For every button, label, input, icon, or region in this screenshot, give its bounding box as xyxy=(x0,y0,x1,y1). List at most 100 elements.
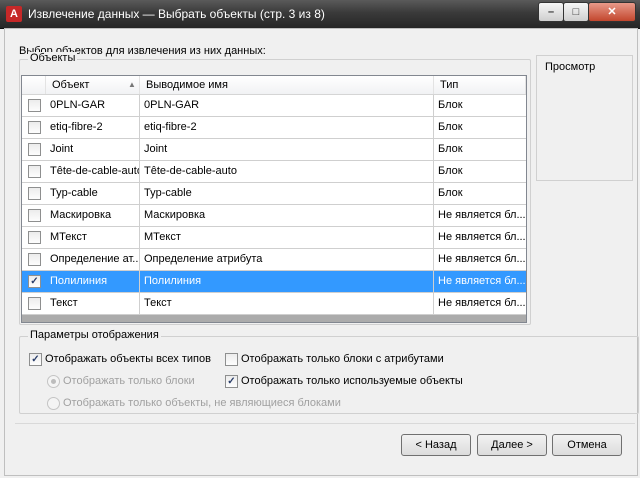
minimize-icon: – xyxy=(547,6,555,18)
only-blocks-radio-icon xyxy=(47,375,60,388)
column-header-type-label: Тип xyxy=(440,79,459,91)
preview-label: Просмотр xyxy=(545,61,596,73)
type-cell: Блок xyxy=(438,143,463,155)
row-checkbox-cell[interactable] xyxy=(22,293,46,314)
type-cell: Не является бл... xyxy=(438,275,526,287)
checkbox-icon[interactable] xyxy=(28,99,41,112)
checkbox-icon[interactable] xyxy=(28,209,41,222)
dialog-window: A Извлечение данных — Выбрать объекты (с… xyxy=(0,0,640,478)
show-all-types-check-icon: ✓ xyxy=(29,353,42,366)
display-name-cell[interactable]: Joint xyxy=(140,139,434,160)
row-checkbox-cell[interactable] xyxy=(22,139,46,160)
object-cell: Полилиния xyxy=(46,271,140,292)
column-header-display-name-label: Выводимое имя xyxy=(146,79,228,91)
row-checkbox-cell[interactable] xyxy=(22,205,46,226)
only-used-objects-check-icon: ✓ xyxy=(225,375,238,388)
table-row[interactable]: МТекст МТекст Не является бл... xyxy=(22,227,526,249)
display-options-title: Параметры отображения xyxy=(28,329,161,341)
object-cell: Tête-de-cable-auto xyxy=(46,161,140,182)
table-header: Объект ▲ Выводимое имя Тип xyxy=(22,76,526,95)
table-row[interactable]: Typ-cable Typ-cable Блок xyxy=(22,183,526,205)
table-row[interactable]: Определение ат... Определение атрибута Не … xyxy=(22,249,526,271)
checked-checkbox-icon[interactable]: ✓ xyxy=(28,275,41,288)
object-cell: Joint xyxy=(46,139,140,160)
table-row[interactable]: Текст Текст Не является бл... xyxy=(22,293,526,315)
only-non-blocks-label: Отображать только объекты, не являющиеся… xyxy=(63,397,341,409)
type-cell: Не является бл... xyxy=(438,297,526,309)
table-row[interactable]: 0PLN-GAR 0PLN-GAR Блок xyxy=(22,95,526,117)
table-body: 0PLN-GAR 0PLN-GAR Блок etiq-fibre-2 etiq-fib… xyxy=(22,95,526,315)
row-checkbox-cell[interactable] xyxy=(22,117,46,138)
maximize-icon: □ xyxy=(572,6,580,18)
object-cell: Текст xyxy=(46,293,140,314)
column-header-check[interactable] xyxy=(22,76,46,94)
row-checkbox-cell[interactable] xyxy=(22,95,46,116)
dialog-content: Выбор объектов для извлечения из них дан… xyxy=(4,28,639,476)
show-all-types-label: Отображать объекты всех типов xyxy=(45,353,211,365)
display-name-cell[interactable]: Текст xyxy=(140,293,434,314)
table-row[interactable]: ✓ Полилиния Полилиния Не является бл... xyxy=(22,271,526,293)
checkbox-icon[interactable] xyxy=(28,231,41,244)
display-name-cell[interactable]: Маскировка xyxy=(140,205,434,226)
display-name-cell[interactable]: Typ-cable xyxy=(140,183,434,204)
type-cell: Не является бл... xyxy=(438,209,526,221)
only-blocks-label: Отображать только блоки xyxy=(63,375,195,387)
display-name-cell[interactable]: МТекст xyxy=(140,227,434,248)
table-row[interactable]: etiq-fibre-2 etiq-fibre-2 Блок xyxy=(22,117,526,139)
close-button[interactable]: ✕ xyxy=(588,2,636,22)
checkbox-icon[interactable] xyxy=(28,253,41,266)
object-cell: Определение ат... xyxy=(46,249,140,270)
title-bar: A Извлечение данных — Выбрать объекты (с… xyxy=(0,0,640,29)
row-checkbox-cell[interactable] xyxy=(22,249,46,270)
row-checkbox-cell[interactable] xyxy=(22,183,46,204)
objects-table: Объект ▲ Выводимое имя Тип 0PLN-GAR 0PLN-… xyxy=(21,75,527,323)
objects-group-title: Объекты xyxy=(28,52,78,64)
type-cell: Блок xyxy=(438,99,463,111)
table-row[interactable]: Маскировка Маскировка Не является бл... xyxy=(22,205,526,227)
row-checkbox-cell[interactable] xyxy=(22,161,46,182)
type-cell: Блок xyxy=(438,187,463,199)
column-header-object-label: Объект xyxy=(52,79,90,91)
table-row[interactable]: Joint Joint Блок xyxy=(22,139,526,161)
checkbox-icon[interactable] xyxy=(28,143,41,156)
checkbox-icon[interactable] xyxy=(28,121,41,134)
window-title: Извлечение данных — Выбрать объекты (стр… xyxy=(28,7,325,21)
display-name-cell[interactable]: Полилиния xyxy=(140,271,434,292)
checkbox-icon[interactable] xyxy=(28,165,41,178)
display-name-cell[interactable]: Tête-de-cable-auto xyxy=(140,161,434,182)
preview-pane xyxy=(536,55,633,181)
object-cell: etiq-fibre-2 xyxy=(46,117,140,138)
column-header-display-name[interactable]: Выводимое имя xyxy=(140,76,434,94)
display-name-cell[interactable]: Определение атрибута xyxy=(140,249,434,270)
footer-separator xyxy=(15,423,635,424)
maximize-button[interactable]: □ xyxy=(563,2,589,22)
type-cell: Блок xyxy=(438,165,463,177)
object-cell: 0PLN-GAR xyxy=(46,95,140,116)
close-icon: ✕ xyxy=(607,6,617,18)
table-row[interactable]: Tête-de-cable-auto Tête-de-cable-auto Блок xyxy=(22,161,526,183)
checkbox-icon[interactable] xyxy=(28,187,41,200)
object-cell: Маскировка xyxy=(46,205,140,226)
column-header-type[interactable]: Тип xyxy=(434,76,526,94)
sort-ascending-icon: ▲ xyxy=(128,80,136,89)
type-cell: Блок xyxy=(438,121,463,133)
display-name-cell[interactable]: etiq-fibre-2 xyxy=(140,117,434,138)
only-non-blocks-radio-icon xyxy=(47,397,60,410)
only-blocks-with-attributes-label: Отображать только блоки с атрибутами xyxy=(241,353,444,365)
minimize-button[interactable]: – xyxy=(538,2,564,22)
display-name-cell[interactable]: 0PLN-GAR xyxy=(140,95,434,116)
type-cell: Не является бл... xyxy=(438,231,526,243)
only-blocks-with-attributes-box-icon xyxy=(225,353,238,366)
row-checkbox-cell[interactable]: ✓ xyxy=(22,271,46,292)
only-used-objects-label: Отображать только используемые объекты xyxy=(241,375,463,387)
object-cell: Typ-cable xyxy=(46,183,140,204)
object-cell: МТекст xyxy=(46,227,140,248)
type-cell: Не является бл... xyxy=(438,253,526,265)
column-header-object[interactable]: Объект ▲ xyxy=(46,76,140,94)
autocad-logo-icon: A xyxy=(6,6,22,22)
cancel-button[interactable]: Отмена xyxy=(552,434,622,456)
row-checkbox-cell[interactable] xyxy=(22,227,46,248)
checkbox-icon[interactable] xyxy=(28,297,41,310)
back-button[interactable]: < Назад xyxy=(401,434,471,456)
next-button[interactable]: Далее > xyxy=(477,434,547,456)
